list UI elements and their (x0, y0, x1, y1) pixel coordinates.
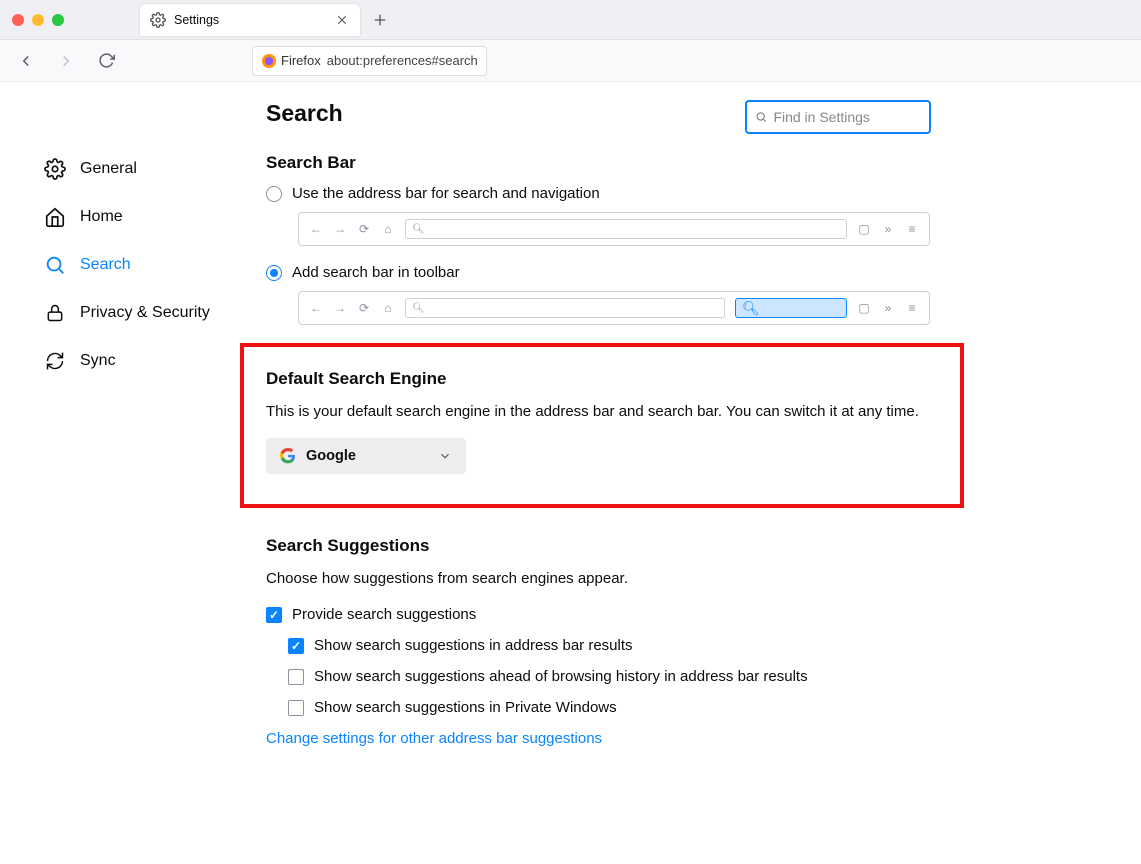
sidebar-item-home[interactable]: Home (38, 196, 224, 238)
toolbar-preview-combined: ← → ⟳ ⌂ 🔍︎ ▢ » ≡ (298, 212, 930, 246)
sidebar-item-sync[interactable]: Sync (38, 340, 224, 382)
radio-icon (266, 186, 282, 202)
suggestions-description: Choose how suggestions from search engin… (266, 568, 938, 591)
window-controls (12, 14, 64, 26)
identity-label: Firefox (281, 53, 321, 68)
engine-name: Google (306, 448, 356, 464)
arrow-right-icon: → (333, 222, 347, 236)
addressbar-suggestions-link[interactable]: Change settings for other address bar su… (266, 730, 938, 747)
default-search-engine-section: Default Search Engine This is your defau… (240, 343, 964, 508)
sync-icon (44, 350, 66, 372)
sidebar-item-label: Search (80, 256, 131, 274)
dse-description: This is your default search engine in th… (266, 401, 938, 424)
sidebar-icon: ▢ (857, 222, 871, 236)
settings-sidebar: General Home Search Privacy & Security S (0, 100, 238, 787)
checkbox-icon (266, 607, 282, 623)
firefox-icon (261, 53, 277, 69)
url-bar[interactable]: Firefox about:preferences#search (252, 46, 487, 76)
arrow-right-icon: → (333, 301, 347, 315)
sidebar-item-general[interactable]: General (38, 148, 224, 190)
settings-main: Search Search Bar Use the address bar fo… (238, 100, 978, 787)
checkbox-icon (288, 669, 304, 685)
checkbox-suggestions-private[interactable]: Show search suggestions in Private Windo… (288, 699, 938, 716)
nav-reload-button[interactable] (92, 47, 120, 75)
checkbox-icon (288, 700, 304, 716)
nav-back-button[interactable] (12, 47, 40, 75)
dse-heading: Default Search Engine (266, 369, 938, 389)
chevron-double-right-icon: » (881, 301, 895, 315)
search-icon: 🔍︎ (412, 224, 425, 235)
default-engine-dropdown[interactable]: Google (266, 438, 466, 474)
checkbox-label: Show search suggestions in Private Windo… (314, 699, 617, 716)
menu-icon: ≡ (905, 301, 919, 315)
find-input[interactable] (773, 109, 921, 125)
gear-icon (150, 12, 166, 28)
mock-urlbar: 🔍︎ (405, 298, 725, 318)
window-minimize-button[interactable] (32, 14, 44, 26)
reload-icon: ⟳ (357, 222, 371, 236)
tab-title: Settings (174, 13, 326, 27)
new-tab-button[interactable] (366, 6, 394, 34)
home-icon: ⌂ (381, 301, 395, 315)
home-icon: ⌂ (381, 222, 395, 236)
search-bar-heading: Search Bar (266, 153, 938, 173)
arrow-left-icon: ← (309, 301, 323, 315)
sidebar-item-label: Sync (80, 352, 116, 370)
radio-icon (266, 265, 282, 281)
radio-search-toolbar[interactable]: Add search bar in toolbar (266, 264, 938, 281)
chevron-down-icon (438, 449, 452, 463)
radio-address-bar[interactable]: Use the address bar for search and navig… (266, 185, 938, 202)
engine-logo-icon (280, 448, 296, 464)
checkbox-icon (288, 638, 304, 654)
navbar: Firefox about:preferences#search (0, 40, 1141, 82)
browser-tab[interactable]: Settings (140, 4, 360, 36)
sidebar-item-label: Home (80, 208, 123, 226)
gear-icon (44, 158, 66, 180)
menu-icon: ≡ (905, 222, 919, 236)
sidebar-icon: ▢ (857, 301, 871, 315)
url-text: about:preferences#search (327, 53, 478, 68)
sidebar-item-search[interactable]: Search (38, 244, 224, 286)
reload-icon: ⟳ (357, 301, 371, 315)
radio-label: Use the address bar for search and navig… (292, 185, 600, 202)
toolbar-preview-separate: ← → ⟳ ⌂ 🔍︎ 🔍︎ ▢ » ≡ (298, 291, 930, 325)
mock-urlbar: 🔍︎ (405, 219, 847, 239)
nav-forward-button[interactable] (52, 47, 80, 75)
home-icon (44, 206, 66, 228)
checkbox-suggestions-history[interactable]: Show search suggestions ahead of browsin… (288, 668, 938, 685)
suggestions-heading: Search Suggestions (266, 536, 938, 556)
sidebar-item-privacy[interactable]: Privacy & Security (38, 292, 224, 334)
search-icon: 🔍︎ (742, 300, 760, 317)
sidebar-item-label: General (80, 160, 137, 178)
arrow-left-icon: ← (309, 222, 323, 236)
search-icon (755, 110, 767, 124)
find-in-settings[interactable] (745, 100, 931, 134)
window-maximize-button[interactable] (52, 14, 64, 26)
sidebar-item-label: Privacy & Security (80, 304, 210, 322)
chevron-double-right-icon: » (881, 222, 895, 236)
radio-label: Add search bar in toolbar (292, 264, 460, 281)
search-icon: 🔍︎ (412, 303, 425, 314)
window-close-button[interactable] (12, 14, 24, 26)
checkbox-label: Show search suggestions in address bar r… (314, 637, 633, 654)
titlebar: Settings (0, 0, 1141, 40)
tab-close-button[interactable] (334, 12, 350, 28)
checkbox-provide-suggestions[interactable]: Provide search suggestions (266, 606, 938, 623)
lock-icon (44, 302, 66, 324)
search-icon (44, 254, 66, 276)
identity-badge: Firefox (261, 53, 321, 69)
checkbox-suggestions-addressbar[interactable]: Show search suggestions in address bar r… (288, 637, 938, 654)
checkbox-label: Provide search suggestions (292, 606, 476, 623)
checkbox-label: Show search suggestions ahead of browsin… (314, 668, 808, 685)
mock-searchbar: 🔍︎ (735, 298, 847, 318)
